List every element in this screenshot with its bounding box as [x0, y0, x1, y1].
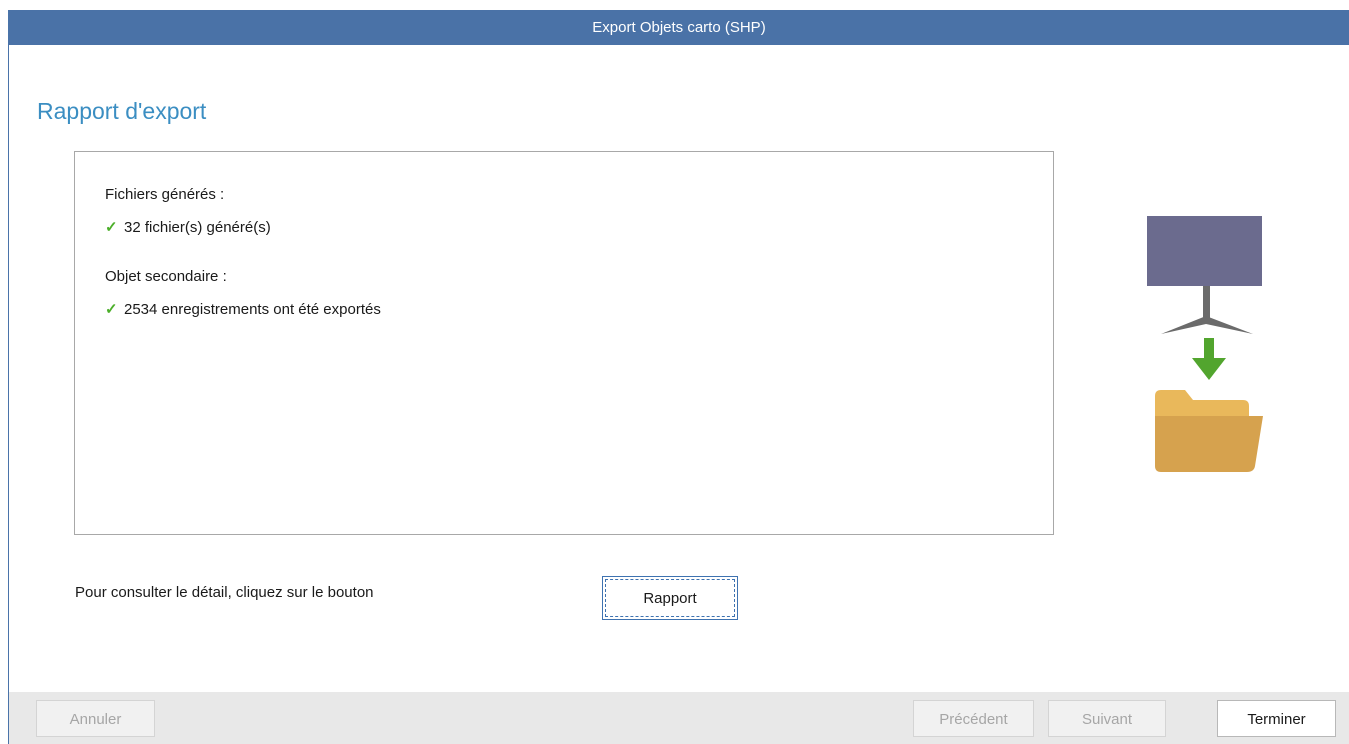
export-illustration — [1143, 216, 1263, 476]
report-summary-box: Fichiers générés : ✓ 32 fichier(s) généré… — [74, 151, 1054, 535]
detail-hint: Pour consulter le détail, cliquez sur le… — [75, 584, 374, 601]
previous-button[interactable]: Précédent — [913, 700, 1034, 737]
check-icon: ✓ — [105, 301, 118, 318]
next-button[interactable]: Suivant — [1048, 700, 1166, 737]
window-title: Export Objets carto (SHP) — [9, 10, 1349, 45]
folder-icon — [1155, 390, 1263, 472]
monitor-icon — [1147, 216, 1262, 334]
export-dialog: Export Objets carto (SHP) Rapport d'expo… — [8, 10, 1349, 744]
wizard-footer: Annuler Précédent Suivant Terminer — [9, 692, 1349, 744]
finish-button[interactable]: Terminer — [1217, 700, 1336, 737]
secondary-object-message: 2534 enregistrements ont été exportés — [124, 301, 381, 318]
generated-files-status: ✓ 32 fichier(s) généré(s) — [105, 218, 271, 236]
generated-files-message: 32 fichier(s) généré(s) — [124, 219, 271, 236]
report-button[interactable]: Rapport — [602, 576, 738, 620]
page-title: Rapport d'export — [37, 98, 207, 124]
generated-files-label: Fichiers générés : — [105, 186, 225, 203]
cancel-button[interactable]: Annuler — [36, 700, 155, 737]
secondary-object-label: Objet secondaire : — [105, 268, 227, 285]
check-icon: ✓ — [105, 219, 118, 236]
secondary-object-status: ✓ 2534 enregistrements ont été exportés — [105, 300, 381, 318]
download-arrow-icon — [1192, 338, 1226, 380]
